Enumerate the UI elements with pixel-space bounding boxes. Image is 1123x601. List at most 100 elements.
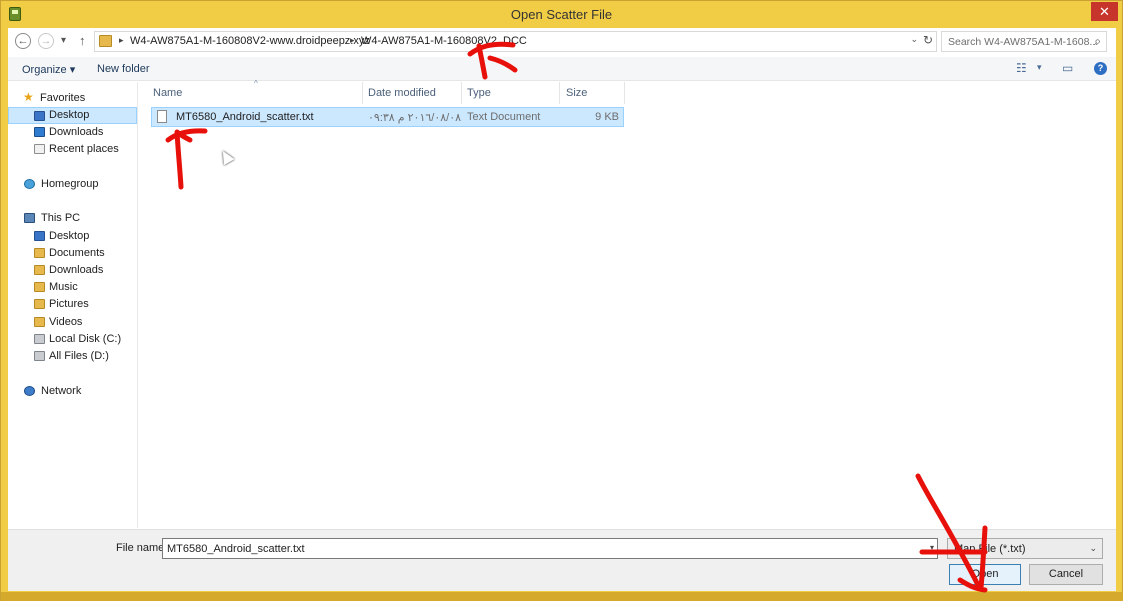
up-arrow-icon[interactable]: ↑: [79, 33, 86, 48]
text-file-icon: [157, 110, 167, 123]
sidebar-item-label: Pictures: [49, 298, 89, 310]
sidebar-item-label: Recent places: [49, 143, 119, 155]
column-headers: Name ^ Date modified Type Size: [139, 79, 1116, 104]
recent-places-icon: [34, 144, 45, 154]
forward-arrow-icon[interactable]: →: [38, 33, 54, 49]
close-button[interactable]: ✕: [1091, 2, 1118, 21]
local-disk-icon: [34, 334, 45, 344]
window-title: Open Scatter File: [510, 7, 613, 22]
search-box[interactable]: Search W4-AW875A1-M-1608... ⌕: [941, 31, 1107, 52]
file-row[interactable]: MT6580_Android_scatter.txt ٢٠١٦/٠٨/٠٨ م …: [151, 107, 624, 127]
organize-label: Organize: [22, 64, 67, 76]
sidebar-item-downloads[interactable]: Downloads: [8, 124, 137, 141]
organize-button[interactable]: Organize ▾: [22, 63, 75, 76]
sidebar-item-label: Local Disk (C:): [49, 333, 122, 345]
chevron-down-icon: ▾: [69, 64, 76, 76]
address-bar[interactable]: ▸ W4-AW875A1-M-160808V2-www.droidpeepz.x…: [94, 31, 937, 52]
breadcrumb-separator-icon: ▸: [119, 35, 124, 45]
pictures-folder-icon: [34, 299, 45, 309]
column-divider[interactable]: [559, 82, 560, 104]
new-folder-button[interactable]: New folder: [97, 63, 150, 75]
search-icon[interactable]: ⌕: [1094, 34, 1101, 49]
chevron-down-icon: ⌄: [1089, 543, 1097, 553]
open-button[interactable]: Open: [949, 564, 1021, 585]
title-bar[interactable]: Open Scatter File ✕: [1, 1, 1122, 28]
desktop-icon: [34, 231, 45, 241]
sidebar-item-local-disk-c[interactable]: Local Disk (C:): [8, 331, 137, 348]
sidebar-item-desktop[interactable]: Desktop: [8, 107, 137, 124]
breadcrumb-separator-icon: ▸: [350, 35, 355, 45]
computer-icon: [24, 213, 35, 223]
desktop-icon: [34, 111, 45, 121]
sidebar-item-label: Music: [49, 281, 78, 293]
music-folder-icon: [34, 282, 45, 292]
breadcrumb-item[interactable]: W4-AW875A1-M-160808V2-www.droidpeepz.xyz: [130, 35, 370, 47]
sidebar-item-recent-places[interactable]: Recent places: [8, 141, 137, 158]
sidebar-item-label: Documents: [49, 247, 105, 259]
file-type-filter[interactable]: Map File (*.txt) ⌄: [947, 538, 1103, 559]
recent-locations-chevron-icon[interactable]: ▾: [61, 35, 66, 46]
sidebar-item-label: This PC: [41, 212, 81, 224]
file-name: MT6580_Android_scatter.txt: [176, 111, 314, 123]
file-size: 9 KB: [595, 111, 619, 123]
column-divider[interactable]: [461, 82, 462, 104]
back-arrow-icon[interactable]: ←: [15, 33, 31, 49]
column-header-type[interactable]: Type: [467, 87, 491, 99]
sidebar-item-pictures[interactable]: Pictures: [8, 296, 137, 313]
downloads-icon: [34, 127, 45, 137]
sidebar-item-label: Videos: [49, 316, 83, 328]
videos-folder-icon: [34, 317, 45, 327]
file-name-dropdown-icon[interactable]: ▾: [930, 543, 934, 552]
sidebar-item-homegroup[interactable]: Homegroup: [8, 176, 137, 193]
downloads-folder-icon: [34, 265, 45, 275]
star-icon: ★: [23, 90, 34, 104]
open-scatter-file-dialog: Open Scatter File ✕ ← → ▾ ↑ ▸ W4-AW875A1…: [0, 0, 1123, 601]
sidebar-item-label: Downloads: [49, 126, 104, 138]
column-header-name[interactable]: Name: [153, 87, 182, 99]
file-list: Name ^ Date modified Type Size MT6580_An…: [139, 79, 1116, 528]
address-dropdown-icon[interactable]: ⌄: [910, 34, 918, 45]
breadcrumb-item[interactable]: W4-AW875A1-M-160808V2_DCC: [361, 35, 527, 47]
navigation-bar: ← → ▾ ↑ ▸ W4-AW875A1-M-160808V2-www.droi…: [8, 28, 1116, 56]
help-icon[interactable]: ?: [1094, 62, 1107, 75]
file-name-label: File name:: [116, 542, 168, 554]
navigation-pane: ★ Favorites Desktop Downloads Recent pla…: [8, 82, 138, 528]
taskbar-strip: [1, 592, 1123, 601]
column-header-date-modified[interactable]: Date modified: [368, 87, 436, 99]
sidebar-item-downloads[interactable]: Downloads: [8, 262, 137, 279]
sidebar-item-desktop[interactable]: Desktop: [8, 228, 137, 245]
homegroup-icon: [24, 179, 35, 189]
sidebar-item-network[interactable]: Network: [8, 383, 137, 400]
sidebar-item-label: Network: [41, 385, 82, 397]
documents-folder-icon: [34, 248, 45, 258]
drive-icon: [34, 351, 45, 361]
sidebar-item-music[interactable]: Music: [8, 279, 137, 296]
column-divider[interactable]: [624, 82, 625, 104]
sidebar-item-label: Desktop: [49, 230, 90, 242]
sidebar-item-label: Desktop: [49, 109, 90, 121]
sidebar-item-label: Homegroup: [41, 178, 99, 190]
file-name-field[interactable]: [162, 538, 938, 559]
command-toolbar: Organize ▾ New folder ☷ ▾ ▭ ?: [8, 57, 1116, 81]
view-chevron-down-icon[interactable]: ▾: [1037, 62, 1042, 73]
search-input[interactable]: Search W4-AW875A1-M-1608...: [948, 36, 1098, 48]
column-header-size[interactable]: Size: [566, 87, 587, 99]
sidebar-item-videos[interactable]: Videos: [8, 314, 137, 331]
dialog-client-area: ← → ▾ ↑ ▸ W4-AW875A1-M-160808V2-www.droi…: [8, 28, 1116, 591]
sort-ascending-icon: ^: [254, 79, 258, 88]
file-type-filter-value: Map File (*.txt): [954, 543, 1026, 555]
sidebar-item-label: Downloads: [49, 264, 104, 276]
view-options-icon[interactable]: ☷: [1016, 61, 1027, 75]
folder-icon: [99, 35, 112, 47]
sidebar-item-this-pc[interactable]: This PC: [8, 210, 137, 227]
sidebar-item-documents[interactable]: Documents: [8, 245, 137, 262]
sidebar-item-all-files-d[interactable]: All Files (D:): [8, 348, 137, 365]
sidebar-item-favorites[interactable]: ★ Favorites: [8, 90, 137, 107]
sidebar-item-label: All Files (D:): [49, 350, 109, 362]
cancel-button[interactable]: Cancel: [1029, 564, 1103, 585]
column-divider[interactable]: [362, 82, 363, 104]
preview-pane-icon[interactable]: ▭: [1062, 61, 1073, 75]
mouse-cursor-icon: [217, 147, 235, 166]
refresh-icon[interactable]: ↻: [923, 33, 933, 47]
file-name-panel: File name: ▾ Map File (*.txt) ⌄ Open Can…: [8, 529, 1116, 591]
